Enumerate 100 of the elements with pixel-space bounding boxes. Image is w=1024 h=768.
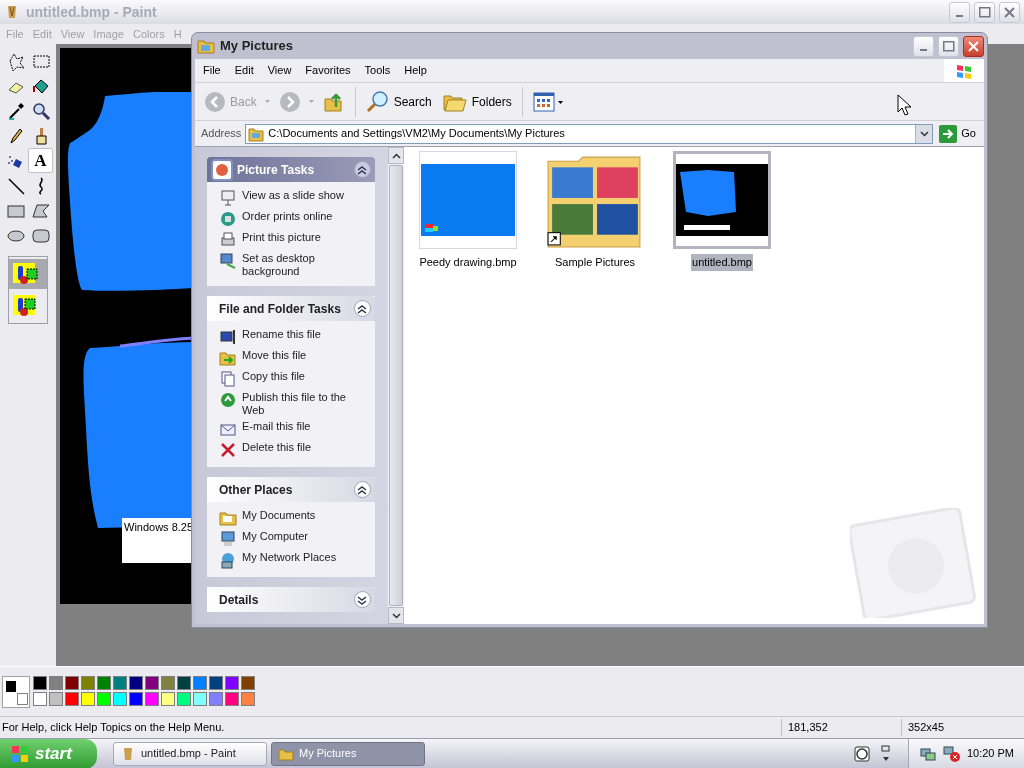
- collapse-icon[interactable]: [354, 300, 371, 317]
- color-swatch[interactable]: [193, 675, 207, 690]
- selection-size: 352x45: [901, 719, 945, 736]
- transparency-option[interactable]: [9, 259, 47, 289]
- maximize-button[interactable]: [938, 35, 959, 57]
- menu-item[interactable]: View: [267, 62, 292, 79]
- color-swatch[interactable]: [209, 675, 223, 690]
- color-swatch[interactable]: [33, 675, 47, 690]
- menu-item[interactable]: Edit: [234, 62, 254, 79]
- color-swatch[interactable]: [161, 691, 175, 706]
- menu-item[interactable]: File: [203, 62, 221, 79]
- menu-item[interactable]: Help: [404, 62, 427, 79]
- status-text: For Help, click Help Topics on the Help Menu.: [1, 720, 226, 736]
- task-link[interactable]: Order prints online: [242, 210, 333, 223]
- color-swatch[interactable]: [145, 675, 159, 690]
- task-link[interactable]: My Documents: [242, 509, 316, 522]
- menu-item[interactable]: Favorites: [305, 62, 351, 79]
- chevron-down-icon: [919, 130, 929, 137]
- color-swatch[interactable]: [49, 675, 63, 690]
- color-swatch[interactable]: [193, 691, 207, 706]
- color-swatch[interactable]: [225, 691, 239, 706]
- task-link[interactable]: Print this picture: [242, 231, 321, 244]
- chevron-down-icon: [391, 612, 401, 619]
- task-link[interactable]: Rename this file: [242, 328, 321, 341]
- panel-header[interactable]: Other Places: [207, 477, 375, 502]
- color-swatch[interactable]: [161, 675, 175, 690]
- color-swatch[interactable]: [113, 675, 127, 690]
- network-icon[interactable]: [918, 745, 937, 762]
- maximize-icon: [978, 6, 991, 18]
- scrollbar-thumb[interactable]: [389, 165, 403, 606]
- globe-icon: [219, 391, 237, 409]
- file-name[interactable]: untitled.bmp: [691, 254, 753, 271]
- minimize-button[interactable]: [913, 35, 934, 57]
- scroll-down-button[interactable]: [388, 607, 404, 624]
- task-link[interactable]: View as a slide show: [242, 189, 344, 202]
- go-button[interactable]: Go: [937, 124, 984, 143]
- color-swatch[interactable]: [65, 675, 79, 690]
- file-name[interactable]: Sample Pictures: [553, 254, 637, 271]
- panel-header[interactable]: Details: [207, 587, 375, 612]
- panel-header[interactable]: File and Folder Tasks: [207, 296, 375, 321]
- file-thumbnail[interactable]: [673, 151, 771, 249]
- minimize-icon: [920, 48, 927, 51]
- task-link[interactable]: Copy this file: [242, 370, 305, 383]
- printer-icon: [219, 231, 237, 249]
- color-swatch[interactable]: [145, 691, 159, 706]
- search-icon: [365, 89, 390, 114]
- color-swatch[interactable]: [241, 691, 255, 706]
- search-button[interactable]: Search: [362, 87, 435, 116]
- picture-icon: [211, 158, 233, 181]
- color-swatch[interactable]: [81, 691, 95, 706]
- minimize-button[interactable]: [949, 1, 970, 23]
- address-field[interactable]: C:\Documents and Settings\VM2\My Documents\My Pictures: [245, 123, 934, 144]
- task-link[interactable]: E-mail this file: [242, 420, 311, 433]
- color-swatch[interactable]: [241, 675, 255, 690]
- task-link[interactable]: Move this file: [242, 349, 307, 362]
- collapse-icon[interactable]: [354, 161, 371, 178]
- desktop-icon: [219, 252, 237, 270]
- color-swatch[interactable]: [177, 675, 191, 690]
- panel-header[interactable]: Picture Tasks: [207, 157, 375, 182]
- task-link[interactable]: My Network Places: [242, 551, 337, 564]
- folders-button[interactable]: Folders: [438, 88, 515, 115]
- restore-windows-icon[interactable]: [879, 744, 892, 763]
- computer-icon: [219, 530, 237, 548]
- maximize-button[interactable]: [974, 1, 995, 23]
- color-swatch[interactable]: [129, 691, 143, 706]
- task-link[interactable]: Delete this file: [242, 441, 312, 454]
- windows-logo-icon: [10, 743, 30, 764]
- file-name[interactable]: Peedy drawing.bmp: [418, 254, 518, 271]
- color-swatch[interactable]: [33, 691, 47, 706]
- color-swatch[interactable]: [177, 691, 191, 706]
- window-title: My Pictures: [220, 37, 293, 56]
- move-icon: [219, 349, 237, 367]
- color-swatch[interactable]: [81, 675, 95, 690]
- color-swatch[interactable]: [113, 691, 127, 706]
- color-swatch[interactable]: [49, 691, 63, 706]
- network-error-icon[interactable]: [942, 744, 961, 763]
- help-icon[interactable]: [853, 745, 870, 762]
- text-tool[interactable]: A: [28, 148, 53, 173]
- file-thumbnail[interactable]: [419, 151, 517, 249]
- task-link[interactable]: Set as desktop background: [242, 252, 369, 278]
- clock: 10:20 PM: [966, 746, 1014, 762]
- color-swatch[interactable]: [225, 675, 239, 690]
- color-swatch[interactable]: [97, 675, 111, 690]
- expand-icon[interactable]: [354, 591, 371, 608]
- dropdown-button[interactable]: [915, 124, 933, 143]
- window-title: untitled.bmp - Paint: [26, 2, 157, 22]
- taskbar-button[interactable]: untitled.bmp - Paint: [113, 741, 267, 766]
- task-link[interactable]: My Computer: [242, 530, 309, 543]
- menu-item[interactable]: Tools: [364, 62, 391, 79]
- color-swatch[interactable]: [209, 691, 223, 706]
- color-swatch[interactable]: [65, 691, 79, 706]
- maximize-icon: [942, 40, 955, 52]
- delete-icon: [219, 441, 237, 459]
- scroll-up-button[interactable]: [388, 147, 404, 164]
- collapse-icon[interactable]: [354, 481, 371, 498]
- rename-icon: [219, 328, 237, 346]
- task-link[interactable]: Publish this file to the Web: [242, 391, 369, 417]
- color-swatch[interactable]: [97, 691, 111, 706]
- color-swatch[interactable]: [129, 675, 143, 690]
- close-button[interactable]: [963, 35, 984, 57]
